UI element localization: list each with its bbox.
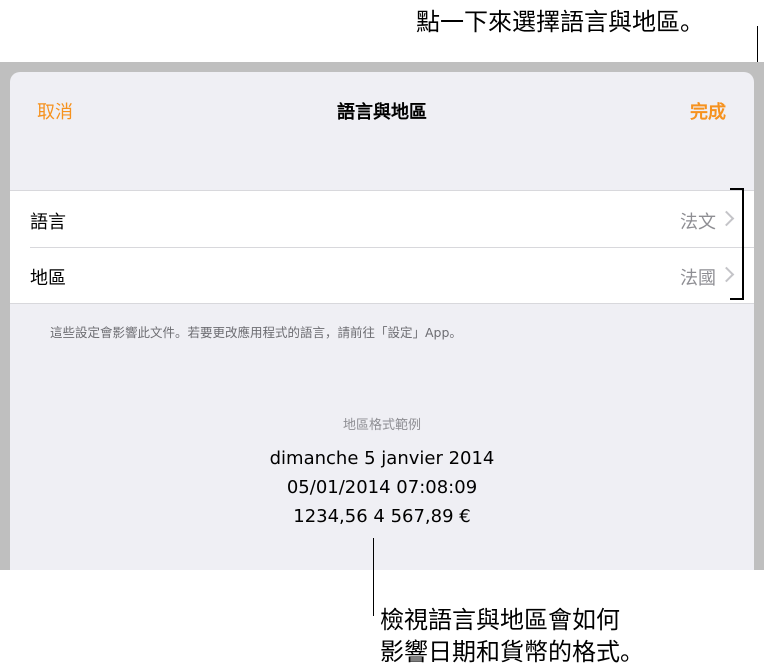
- language-region-sheet: 取消 語言與地區 完成 語言 法文 地區 法國 這些設定會影響此文件。若要更改應…: [10, 72, 754, 570]
- region-value: 法國: [680, 268, 716, 289]
- language-value: 法文: [680, 212, 716, 233]
- example-numbers-currency: 1234,56 4 567,89 €: [293, 506, 471, 527]
- callout-format-preview: 檢視語言與地區會如何 影響日期和貨幣的格式。: [380, 604, 644, 668]
- settings-footnote: 這些設定會影響此文件。若要更改應用程式的語言，請前往「設定」App。: [50, 325, 462, 340]
- done-button[interactable]: 完成: [690, 98, 726, 124]
- callout-bracket: [730, 188, 744, 300]
- example-short-date-time: 05/01/2014 07:08:09: [286, 477, 478, 498]
- region-format-example-heading: 地區格式範例: [342, 418, 421, 433]
- nav-bar: 取消 語言與地區 完成: [10, 72, 754, 148]
- language-label: 語言: [30, 212, 66, 233]
- settings-table: 語言 法文 地區 法國: [10, 190, 754, 304]
- example-date: dimanche 5 janvier 2014: [269, 448, 495, 469]
- region-label: 地區: [30, 268, 66, 289]
- callout-bottom-line-1: 檢視語言與地區會如何: [380, 606, 620, 634]
- callout-leader-line-bottom: [373, 538, 374, 616]
- callout-choose-language-region: 點一下來選擇語言與地區。: [416, 8, 704, 36]
- language-row[interactable]: 語言 法文: [10, 191, 754, 247]
- callout-bottom-line-2: 影響日期和貨幣的格式。: [380, 638, 644, 666]
- region-row[interactable]: 地區 法國: [10, 247, 754, 303]
- dimmed-backdrop: 取消 語言與地區 完成 語言 法文 地區 法國 這些設定會影響此文件。若要更改應…: [0, 62, 764, 570]
- sheet-title: 語言與地區: [337, 102, 427, 123]
